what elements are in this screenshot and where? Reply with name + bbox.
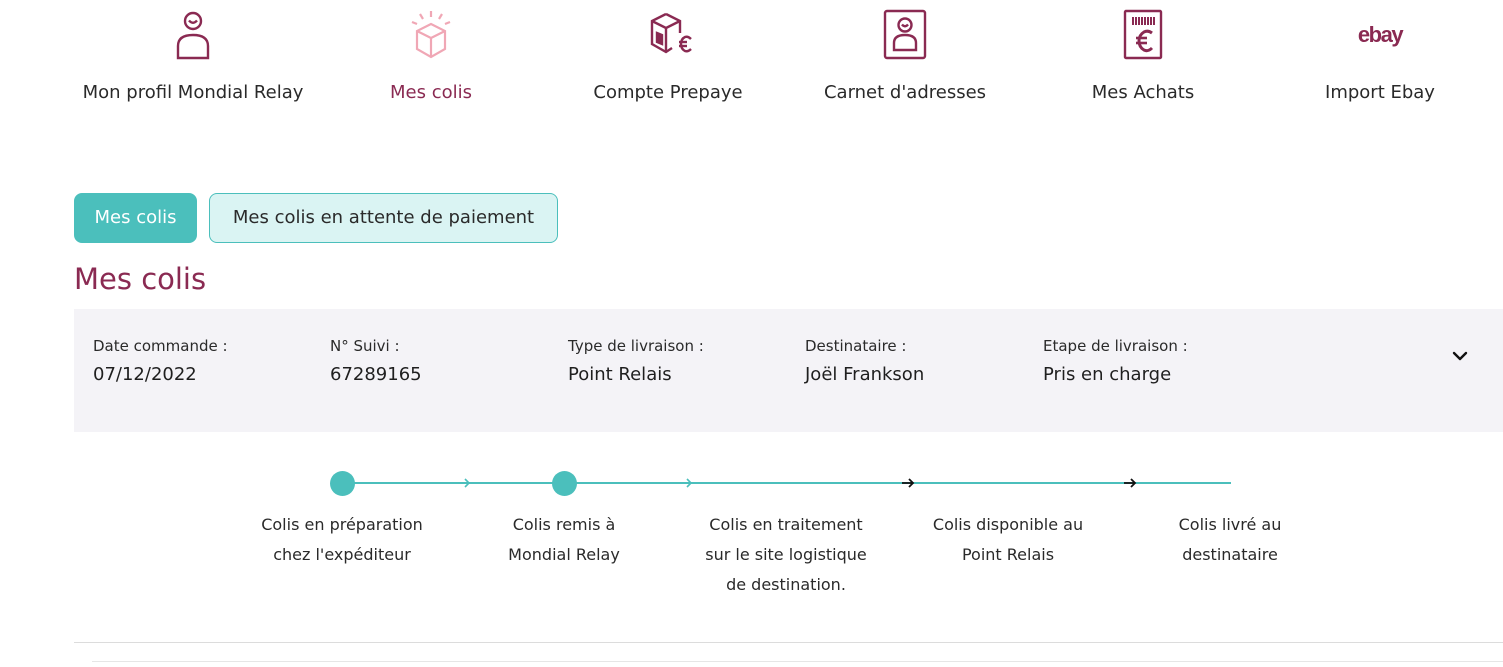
nav-item-mes-achats[interactable]: Mes Achats: [1024, 0, 1262, 120]
timeline-step-label: Colis en traitement sur le site logistiqu…: [705, 515, 867, 594]
delivery-step-field: Etape de livraison : Pris en charge: [1043, 337, 1188, 385]
tab-mes-colis-attente-paiement[interactable]: Mes colis en attente de paiement: [209, 193, 558, 243]
prepaid-account-icon: [644, 8, 692, 60]
delivery-type-label: Type de livraison :: [568, 337, 704, 355]
chevron-down-icon[interactable]: [1451, 347, 1469, 365]
nav-item-profile[interactable]: Mon profil Mondial Relay: [74, 0, 312, 120]
timeline-step-label: Colis en préparation chez l'expéditeur: [261, 515, 423, 564]
page-title: Mes colis: [74, 262, 207, 296]
order-summary-panel[interactable]: Date commande : 07/12/2022 N° Suivi : 67…: [74, 309, 1503, 432]
nav-item-compte-prepaye[interactable]: Compte Prepaye: [549, 0, 787, 120]
nav-label: Mes Achats: [1091, 82, 1195, 103]
ebay-logo: ebay: [1356, 8, 1406, 60]
order-date-field: Date commande : 07/12/2022: [93, 337, 228, 385]
timeline-step-dot: [329, 471, 355, 496]
purchases-icon: [1119, 8, 1167, 60]
parcel-icon: [407, 8, 455, 60]
nav-label: Mon profil Mondial Relay: [82, 82, 304, 103]
delivery-step-value: Pris en charge: [1043, 364, 1172, 385]
nav-label: Mes colis: [390, 82, 472, 103]
nav-label: Compte Prepaye: [593, 82, 743, 103]
profile-icon: [169, 8, 217, 60]
delivery-timeline: Colis en préparation chez l'expéditeur Co…: [0, 450, 1503, 610]
recipient-value: Joël Frankson: [805, 364, 925, 385]
timeline-step-label: Colis remis à Mondial Relay: [508, 515, 620, 564]
nav-item-carnet-adresses[interactable]: Carnet d'adresses: [786, 0, 1024, 120]
nav-label: Carnet d'adresses: [823, 82, 987, 103]
tab-mes-colis[interactable]: Mes colis: [74, 193, 197, 243]
arrow-right-icon: [900, 475, 916, 491]
arrow-right-icon: [1122, 475, 1138, 491]
nav-label: Import Ebay: [1325, 82, 1435, 103]
divider: [92, 661, 1503, 662]
delivery-type-value: Point Relais: [568, 364, 672, 385]
recipient-field: Destinataire : Joël Frankson: [805, 337, 924, 385]
tracking-number[interactable]: 67289165: [330, 364, 422, 385]
delivery-step-label: Etape de livraison :: [1043, 337, 1188, 355]
arrow-right-icon: [678, 475, 694, 491]
address-book-icon: [881, 8, 929, 60]
nav-item-mes-colis[interactable]: Mes colis: [312, 0, 550, 120]
timeline-step-label: Colis disponible au Point Relais: [932, 515, 1084, 564]
timeline-step-label: Colis livré au destinataire: [1178, 515, 1282, 564]
tracking-label: N° Suivi :: [330, 337, 400, 355]
order-date-label: Date commande :: [93, 337, 228, 355]
timeline-step-dot: [551, 471, 577, 496]
recipient-label: Destinataire :: [805, 337, 907, 355]
nav-item-import-ebay[interactable]: ebay Import Ebay: [1261, 0, 1499, 120]
account-navigation: Mon profil Mondial Relay Mes colis Compt…: [0, 0, 1503, 120]
order-date-value: 07/12/2022: [93, 364, 197, 385]
tracking-field: N° Suivi : 67289165: [330, 337, 422, 385]
svg-text:ebay: ebay: [1358, 22, 1404, 47]
timeline-track: [342, 482, 1231, 484]
divider: [74, 642, 1503, 643]
delivery-type-field: Type de livraison : Point Relais: [568, 337, 704, 385]
arrow-right-icon: [456, 475, 472, 491]
